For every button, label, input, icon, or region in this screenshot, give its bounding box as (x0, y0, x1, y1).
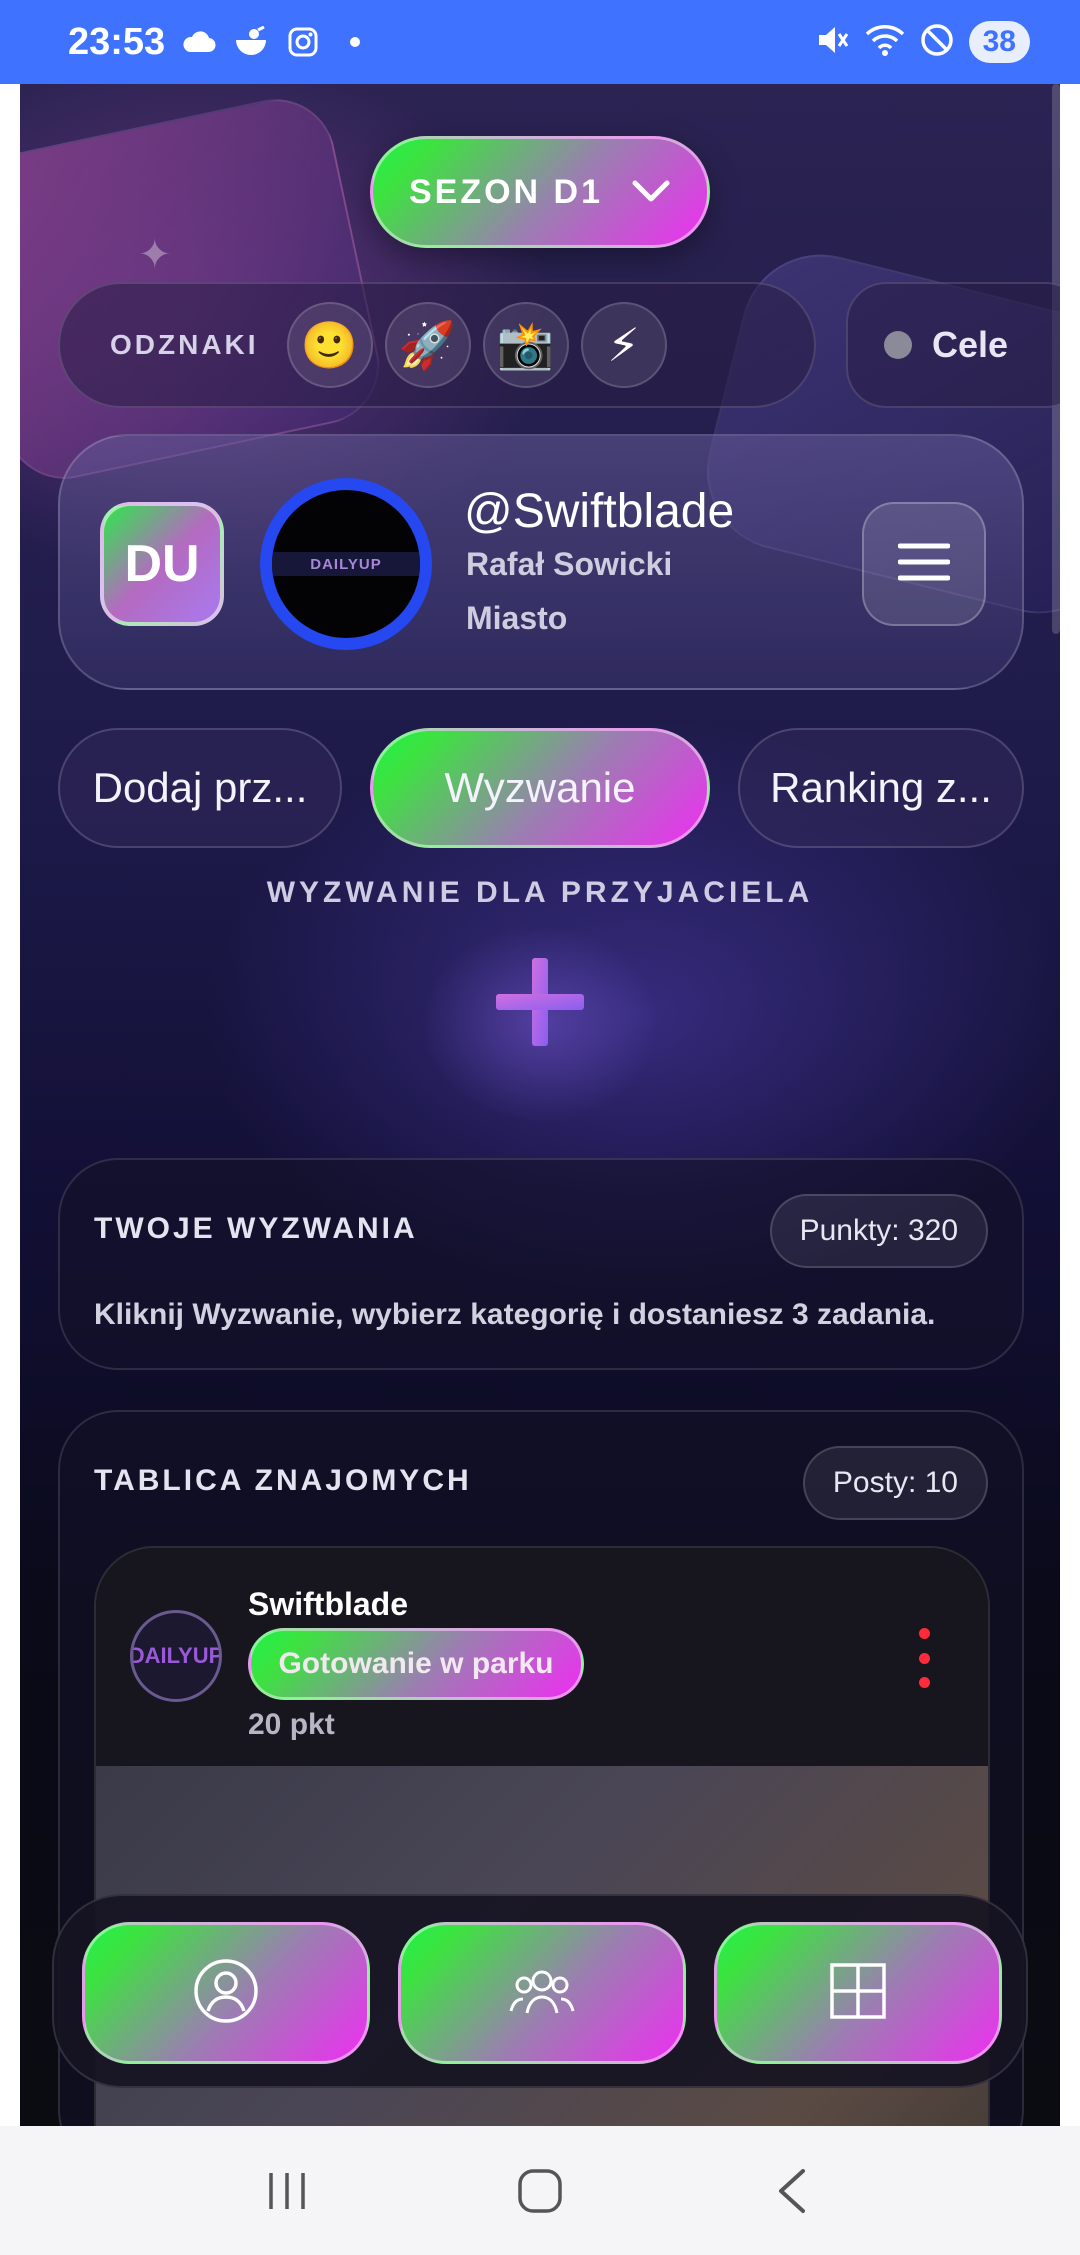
points-badge: Punkty: 320 (769, 1194, 988, 1268)
system-navigation-bar (0, 2126, 1080, 2255)
bowl-icon (233, 24, 269, 60)
grid-icon (829, 1962, 887, 2025)
battery-indicator: 38 (968, 21, 1030, 63)
status-dot-icon (884, 331, 912, 359)
status-left: 23:53 (68, 21, 373, 64)
my-challenges-description: Kliknij Wyzwanie, wybierz kategorię i do… (94, 1298, 936, 1331)
profile-card: DU DAILYUP @Swiftblade Rafał Sowicki Mia… (58, 434, 1024, 690)
add-challenge-icon[interactable] (492, 954, 588, 1050)
season-selector[interactable]: SEZON D1 (370, 136, 710, 248)
sparkle-icon: ✦ (138, 233, 172, 277)
avatar-text: DAILYUP (310, 555, 382, 573)
more-options-icon[interactable] (914, 1628, 934, 1688)
friends-icon (507, 1963, 577, 2024)
my-challenges-card: TWOJE WYZWANIA Punkty: 320 Kliknij Wyzwa… (58, 1158, 1024, 1370)
profile-icon (192, 1957, 260, 2030)
menu-button[interactable] (862, 502, 986, 626)
badge-rocket-icon[interactable]: 🚀 (384, 302, 471, 388)
post-author[interactable]: Swiftblade (248, 1586, 408, 1623)
city: Miasto (466, 600, 568, 636)
post-points: 20 pkt (248, 1708, 335, 1741)
post-header: DAILYUP Swiftblade Gotowanie w parku 20 … (96, 1548, 988, 1766)
goals-label: Cele (932, 324, 1009, 365)
tab-add-friend[interactable]: Dodaj prz... (58, 728, 342, 848)
wifi-icon (865, 23, 905, 62)
mute-icon (815, 23, 851, 62)
status-right: 38 (815, 21, 1030, 63)
app-screen: ✦ SEZON D1 ODZNAKI 🙂 🚀 📸 ⚡ Cele DU DAILY… (20, 84, 1060, 2126)
recent-apps-icon[interactable] (247, 2151, 327, 2231)
cloud-icon (181, 24, 217, 60)
post-category-tag: Gotowanie w parku (248, 1628, 584, 1700)
tab-challenge[interactable]: Wyzwanie (370, 728, 710, 848)
friends-board-title: TABLICA ZNAJOMYCH (94, 1464, 472, 1497)
avatar-image: DAILYUP (272, 490, 420, 638)
badge-lightning-icon[interactable]: ⚡ (580, 302, 667, 388)
avatar[interactable]: DAILYUP (260, 478, 432, 650)
badge-camera-icon[interactable]: 📸 (482, 302, 569, 388)
dnd-icon (919, 22, 955, 63)
posts-count-badge: Posty: 10 (802, 1446, 988, 1520)
nav-profile-button[interactable] (82, 1922, 370, 2064)
badge-smile-icon[interactable]: 🙂 (286, 302, 373, 388)
badges-bar: ODZNAKI 🙂 🚀 📸 ⚡ (58, 282, 816, 408)
bottom-navigation (52, 1894, 1028, 2088)
status-time: 23:53 (68, 20, 166, 63)
home-icon[interactable] (500, 2151, 580, 2231)
season-label: SEZON D1 (408, 172, 604, 211)
post-avatar-text: DAILYUP (130, 1643, 222, 1668)
dot-icon (337, 24, 373, 60)
badges-label: ODZNAKI (110, 329, 259, 360)
app-logo: DU (100, 502, 224, 626)
tab-ranking[interactable]: Ranking z... (738, 728, 1024, 848)
instagram-icon (285, 24, 321, 60)
hamburger-icon (897, 542, 951, 587)
challenge-friend-label: WYZWANIE DLA PRZYJACIELA (266, 876, 814, 909)
my-challenges-title: TWOJE WYZWANIA (94, 1212, 418, 1245)
chevron-down-icon (631, 173, 671, 212)
nav-grid-button[interactable] (714, 1922, 1002, 2064)
status-bar: 23:53 38 (0, 0, 1080, 84)
back-icon[interactable] (753, 2151, 833, 2231)
username-handle: @Swiftblade (464, 485, 735, 538)
goals-pill[interactable]: Cele (846, 282, 1060, 408)
post-avatar[interactable]: DAILYUP (130, 1610, 222, 1702)
nav-friends-button[interactable] (398, 1922, 686, 2064)
full-name: Rafał Sowicki (466, 546, 673, 582)
